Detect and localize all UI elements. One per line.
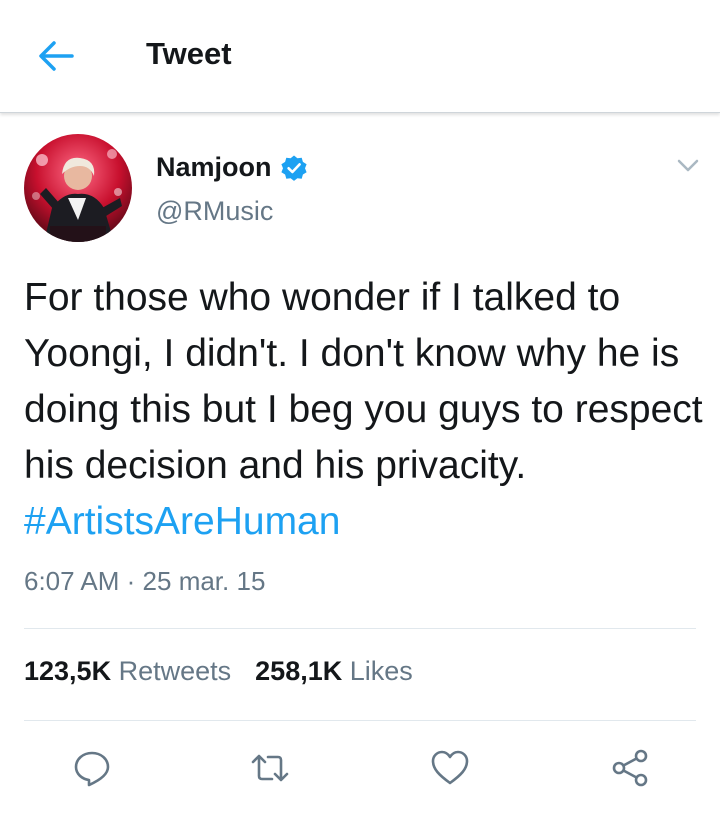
- arrow-left-icon: [39, 41, 74, 71]
- back-button[interactable]: [36, 38, 76, 74]
- tweet-timestamp: 6:07 AM · 25 mar. 15: [24, 566, 265, 597]
- tweet-text: For those who wonder if I talked to Yoon…: [24, 270, 704, 550]
- engagement-stats: 123,5K Retweets 258,1K Likes: [24, 656, 413, 687]
- share-button[interactable]: [610, 748, 650, 788]
- share-icon: [612, 749, 648, 787]
- retweets-label: Retweets: [118, 656, 232, 686]
- likes-stat[interactable]: 258,1K Likes: [255, 656, 413, 687]
- like-button[interactable]: [430, 748, 470, 788]
- avatar-image: [24, 134, 132, 242]
- reply-icon: [74, 751, 110, 787]
- reply-button[interactable]: [72, 748, 112, 788]
- timestamp-separator: ·: [126, 566, 136, 596]
- retweets-stat[interactable]: 123,5K Retweets: [24, 656, 231, 687]
- author-name-row[interactable]: Namjoon: [156, 152, 308, 183]
- author-name: Namjoon: [156, 152, 272, 182]
- avatar[interactable]: [24, 134, 132, 242]
- page-title: Tweet: [146, 36, 232, 71]
- top-bar: Tweet: [0, 0, 720, 113]
- author-handle[interactable]: @RMusic: [156, 196, 273, 227]
- retweet-button[interactable]: [250, 748, 290, 788]
- like-icon: [431, 750, 469, 785]
- more-options-button[interactable]: [676, 156, 700, 176]
- retweets-count: 123,5K: [24, 656, 112, 686]
- chevron-down-icon: [677, 159, 699, 172]
- hashtag-link[interactable]: #ArtistsAreHuman: [24, 500, 340, 543]
- tweet-date: 25 mar. 15: [142, 566, 266, 596]
- divider: [24, 628, 696, 629]
- tweet-time: 6:07 AM: [24, 566, 120, 596]
- verified-badge-icon: [280, 155, 307, 181]
- retweet-icon: [251, 754, 289, 782]
- likes-count: 258,1K: [255, 656, 343, 686]
- tweet-body: For those who wonder if I talked to Yoon…: [24, 276, 703, 487]
- likes-label: Likes: [349, 656, 413, 686]
- divider: [24, 720, 696, 721]
